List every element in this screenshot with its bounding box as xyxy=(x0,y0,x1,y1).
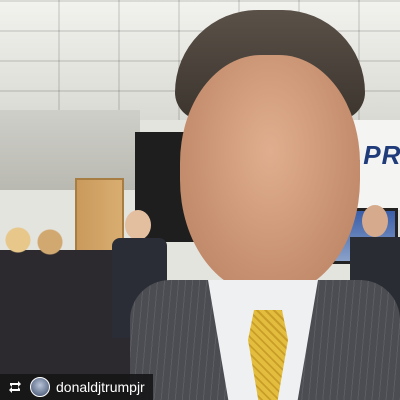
repost-icon xyxy=(6,378,24,396)
username-label[interactable]: donaldjtrumpjr xyxy=(56,379,145,395)
face xyxy=(180,55,360,295)
repost-overlay[interactable]: donaldjtrumpjr xyxy=(0,374,153,400)
foreground-man xyxy=(130,10,400,400)
avatar[interactable] xyxy=(30,377,50,397)
selfie-photo: .PR donaldjtrumpjr xyxy=(0,0,400,400)
